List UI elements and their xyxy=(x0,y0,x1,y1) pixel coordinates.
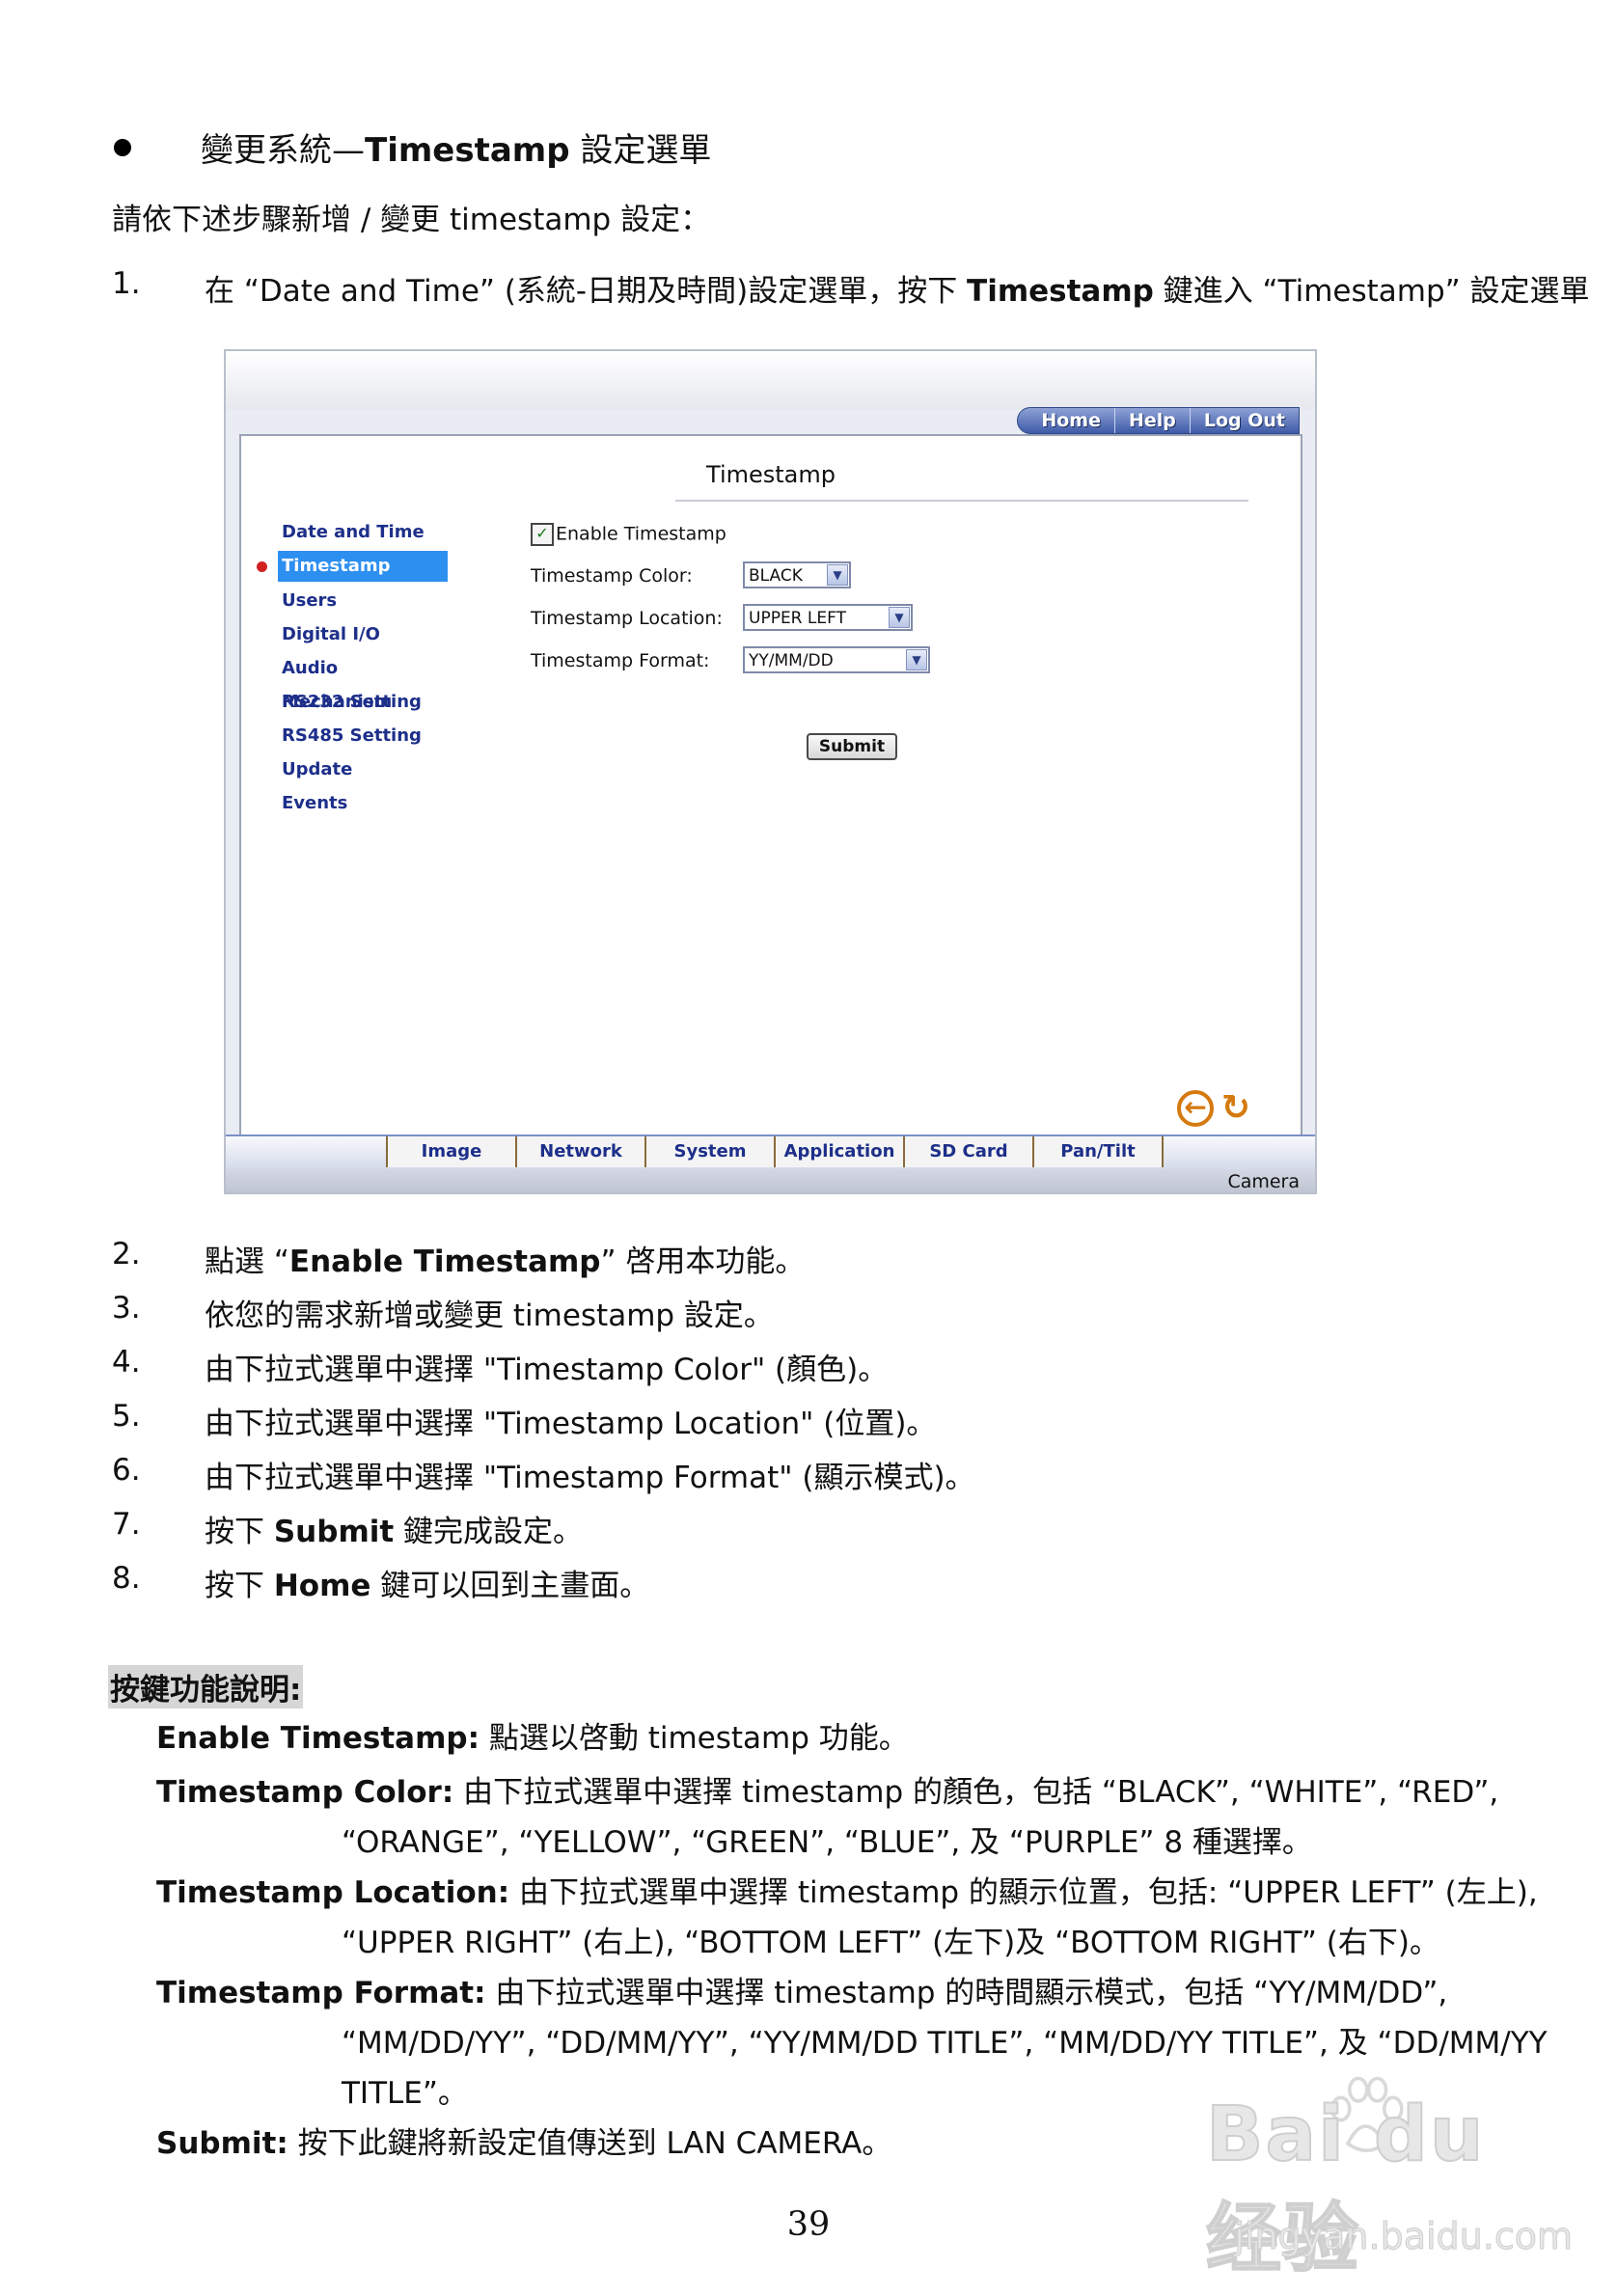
enable-timestamp-checkbox[interactable]: ✓ xyxy=(531,523,554,546)
sidebar-item-rs485-setting[interactable]: RS485 Setting xyxy=(278,719,448,752)
def-format: Timestamp Format: 由下拉式選單中選擇 timestamp 的時… xyxy=(156,1976,1448,2010)
sidebar-item-events[interactable]: Events xyxy=(278,786,448,820)
refresh-icon[interactable]: ↻ xyxy=(1218,1090,1254,1127)
sidebar-item-digital-io[interactable]: Digital I/O xyxy=(278,617,448,651)
icon-bar: ← ↻ xyxy=(1177,1090,1254,1127)
def-color-cont: “ORANGE”, “YELLOW”, “GREEN”, “BLUE”, 及 “… xyxy=(342,1825,1312,1860)
sidebar-item-date-and-time[interactable]: Date and Time xyxy=(278,515,448,549)
tab-application[interactable]: Application xyxy=(774,1136,905,1167)
format-select[interactable]: YY/MM/DD ▼ xyxy=(743,646,930,673)
timestamp-screenshot: Home Help Log Out Timestamp Date and Tim… xyxy=(224,349,1317,1194)
intro-text: 請依下述步驟新增 / 變更 timestamp 設定： xyxy=(112,203,711,237)
section-heading: 變更系統—Timestamp 設定選單 xyxy=(114,123,711,171)
camera-band xyxy=(226,1165,1315,1192)
location-select[interactable]: UPPER LEFT ▼ xyxy=(743,604,913,631)
tab-pan-tilt[interactable]: Pan/Tilt xyxy=(1032,1136,1164,1167)
nav-logout-button[interactable]: Log Out xyxy=(1189,408,1299,433)
step-item: 5. 由下拉式選單中選擇 "Timestamp Location" (位置)。 xyxy=(112,1399,937,1441)
def-format-cont2: TITLE”。 xyxy=(342,2076,468,2111)
tab-image[interactable]: Image xyxy=(386,1136,517,1167)
sidebar-item-update[interactable]: Update xyxy=(278,752,448,786)
chevron-down-icon: ▼ xyxy=(906,649,927,670)
back-arrow-icon[interactable]: ← xyxy=(1177,1090,1214,1127)
bottom-tabs: Image Network System Application SD Card… xyxy=(226,1134,1315,1169)
sidebar-item-users[interactable]: Users xyxy=(278,584,448,617)
nav-help-button[interactable]: Help xyxy=(1113,408,1190,433)
sidebar-item-timestamp[interactable]: Timestamp xyxy=(278,551,448,582)
tab-system[interactable]: System xyxy=(644,1136,776,1167)
content-panel: Timestamp Date and Time Timestamp Users … xyxy=(239,434,1302,1136)
tab-network[interactable]: Network xyxy=(515,1136,646,1167)
format-label: Timestamp Format: xyxy=(531,650,710,671)
submit-button[interactable]: Submit xyxy=(807,733,897,760)
def-color: Timestamp Color: 由下拉式選單中選擇 timestamp 的顏色… xyxy=(156,1775,1499,1810)
step-item: 2. 點選 “Enable Timestamp” 啓用本功能。 xyxy=(112,1237,806,1279)
enable-row: ✓ Enable Timestamp xyxy=(531,523,726,546)
step-item: 3. 依您的需求新增或變更 timestamp 設定。 xyxy=(112,1291,774,1333)
location-label: Timestamp Location: xyxy=(531,608,723,629)
def-location: Timestamp Location: 由下拉式選單中選擇 timestamp … xyxy=(156,1875,1538,1910)
section-title: 按鍵功能說明: xyxy=(108,1665,304,1708)
step-item: 8. 按下 Home 鍵可以回到主畫面。 xyxy=(112,1561,650,1603)
color-label: Timestamp Color: xyxy=(531,565,693,587)
step-item: 1. 在 “Date and Time” (系統-日期及時間)設定選單，按下 T… xyxy=(112,266,1590,309)
top-nav: Home Help Log Out xyxy=(1017,407,1300,434)
step-item: 7. 按下 Submit 鍵完成設定。 xyxy=(112,1507,584,1549)
def-enable: Enable Timestamp: 點選以啓動 timestamp 功能。 xyxy=(156,1721,909,1756)
heading-text: 變更系統—Timestamp 設定選單 xyxy=(201,131,712,170)
step-item: 6. 由下拉式選單中選擇 "Timestamp Format" (顯示模式)。 xyxy=(112,1453,975,1495)
title-divider xyxy=(675,500,1248,502)
def-format-cont: “MM/DD/YY”, “DD/MM/YY”, “YY/MM/DD TITLE”… xyxy=(342,2026,1548,2061)
step-item: 4. 由下拉式選單中選擇 "Timestamp Color" (顏色)。 xyxy=(112,1345,889,1387)
baidu-watermark: Bai du 经验 jingyan.baidu.com xyxy=(1205,2074,1574,2283)
chevron-down-icon: ▼ xyxy=(889,607,910,628)
enable-timestamp-label: Enable Timestamp xyxy=(556,523,726,545)
watermark-url: jingyan.baidu.com xyxy=(1234,2215,1574,2258)
sidebar-menu: Date and Time Timestamp Users Digital I/… xyxy=(278,515,448,820)
sidebar-item-rs232-setting[interactable]: RS232 Setting xyxy=(278,685,448,719)
nav-home-button[interactable]: Home xyxy=(1018,408,1114,433)
top-band xyxy=(226,351,1315,409)
panel-title: Timestamp xyxy=(706,461,836,488)
tab-sd-card[interactable]: SD Card xyxy=(903,1136,1034,1167)
sidebar-item-audio-mechanism[interactable]: Audio Mechanism xyxy=(278,651,448,712)
color-select[interactable]: BLACK ▼ xyxy=(743,561,851,588)
camera-label: Camera xyxy=(1227,1171,1300,1192)
def-location-cont: “UPPER RIGHT” (右上), “BOTTOM LEFT” (左下)及 … xyxy=(342,1926,1439,1960)
bullet-icon xyxy=(114,138,131,156)
def-submit: Submit: 按下此鍵將新設定值傳送到 LAN CAMERA。 xyxy=(156,2126,892,2161)
chevron-down-icon: ▼ xyxy=(827,564,848,586)
selected-indicator-icon xyxy=(257,561,267,572)
